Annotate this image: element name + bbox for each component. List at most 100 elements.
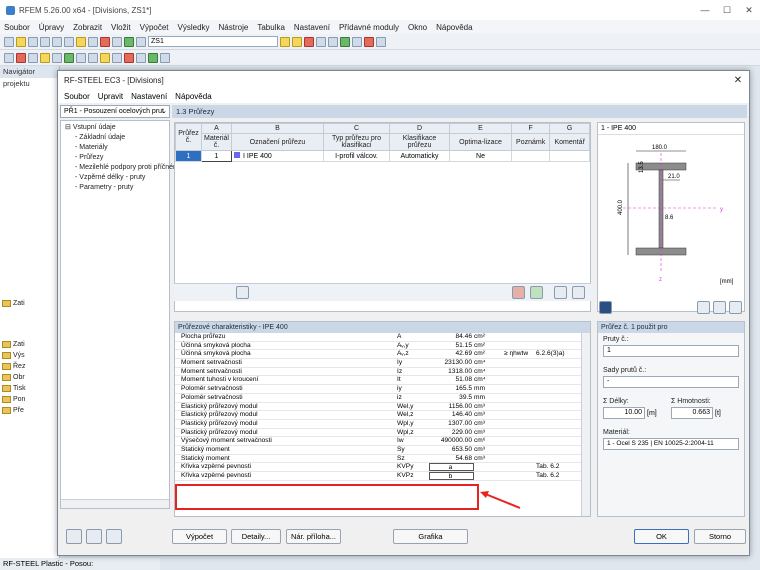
menu-pridavne-moduly[interactable]: Přídavné moduly: [339, 23, 399, 32]
save-icon[interactable]: [28, 36, 38, 47]
property-row[interactable]: Moment tuhosti v kroucení It 51.08 cm⁴: [175, 376, 590, 386]
cell-remark[interactable]: [510, 150, 551, 162]
import-icon[interactable]: [160, 52, 170, 63]
delete-icon[interactable]: [364, 36, 374, 47]
nav-item[interactable]: Pon: [0, 394, 59, 405]
table-row[interactable]: 1 1 I IPE 400 I-profil válcov. Automatic…: [175, 150, 590, 162]
open-folder-icon[interactable]: [16, 36, 26, 47]
nav-item[interactable]: Zati: [0, 298, 59, 309]
nav-item[interactable]: Výs: [0, 350, 59, 361]
nav-item[interactable]: Obr: [0, 372, 59, 383]
edit-section-button[interactable]: [554, 286, 567, 299]
zoom-preview-button[interactable]: [729, 301, 742, 314]
menu-okno[interactable]: Okno: [408, 23, 427, 32]
import-section-button[interactable]: [512, 286, 525, 299]
tree-item-materials[interactable]: - Materiály: [61, 143, 169, 153]
cell-section-no[interactable]: 1: [175, 150, 202, 162]
dimension-icon[interactable]: [100, 52, 110, 63]
info-icon[interactable]: [599, 301, 612, 314]
print-icon[interactable]: [40, 36, 50, 47]
divide-icon[interactable]: [64, 52, 74, 63]
national-annex-button[interactable]: Nár. příloha...: [286, 529, 341, 544]
surface-icon[interactable]: [112, 36, 122, 47]
next-icon[interactable]: [292, 36, 302, 47]
calculate-button[interactable]: Výpočet: [172, 529, 227, 544]
property-row[interactable]: Statický moment Sz 54.68 cm³: [175, 455, 590, 464]
grid-icon[interactable]: [76, 52, 86, 63]
nav-item[interactable]: Pře: [0, 405, 59, 416]
export-icon[interactable]: [148, 52, 158, 63]
menu-napoveda[interactable]: Nápověda: [436, 23, 472, 32]
property-row[interactable]: Křivka vzpěrné pevnosti KVPz b Tab. 6.2: [175, 472, 590, 481]
menu-vysledky[interactable]: Výsledky: [178, 23, 210, 32]
undo-icon[interactable]: [52, 36, 62, 47]
property-row[interactable]: Plastický průřezový modul Wpl,y 1307.00 cm³: [175, 420, 590, 429]
property-row[interactable]: Moment setrvačnosti Iz 1318.00 cm⁴: [175, 368, 590, 377]
filter-icon[interactable]: [340, 36, 350, 47]
nav-item[interactable]: Řez: [0, 361, 59, 372]
redo-icon[interactable]: [64, 36, 74, 47]
material-field[interactable]: 1 - Ocel S 235 | EN 10025-2:2004-11: [603, 438, 739, 450]
menu-nastaveni[interactable]: Nastavení: [294, 23, 330, 32]
settings-icon[interactable]: [376, 36, 386, 47]
property-value[interactable]: b: [429, 472, 474, 480]
menu-vypocet[interactable]: Výpočet: [140, 23, 169, 32]
menu-tabulka[interactable]: Tabulka: [257, 23, 285, 32]
new-file-icon[interactable]: [4, 36, 14, 47]
tree-item-cross-sections[interactable]: - Průřezy: [61, 153, 169, 163]
results-icon[interactable]: [136, 36, 146, 47]
sets-field[interactable]: -: [603, 376, 739, 388]
view-section-button[interactable]: [572, 286, 585, 299]
property-row[interactable]: Elastický průřezový modul Wel,y 1156.00 cm³: [175, 403, 590, 412]
display-icon[interactable]: [304, 36, 314, 47]
cell-classification[interactable]: Automaticky: [389, 150, 450, 162]
copy-icon[interactable]: [28, 52, 38, 63]
view-icon[interactable]: [328, 36, 338, 47]
render-icon[interactable]: [352, 36, 362, 47]
next-icon[interactable]: [106, 529, 122, 544]
check-icon[interactable]: [124, 52, 134, 63]
member-icon[interactable]: [100, 36, 110, 47]
cancel-button[interactable]: Storno: [694, 529, 746, 544]
dialog-menu-napoveda[interactable]: Nápověda: [175, 92, 211, 101]
property-row[interactable]: Účinná smyková plocha Aᵥ,z 42.69 cm² ≥ ηhwtw…: [175, 350, 590, 360]
cell-section-type[interactable]: I-profil válcov.: [323, 150, 390, 162]
dialog-menu-nastaveni[interactable]: Nastavení: [131, 92, 167, 101]
dialog-close-icon[interactable]: ✕: [727, 75, 749, 86]
tree-item-parameters[interactable]: - Parametry - pruty: [61, 183, 169, 193]
property-row[interactable]: Moment setrvačnosti Iy 23130.00 cm⁴: [175, 359, 590, 368]
show-axes-button[interactable]: [713, 301, 726, 314]
node-icon[interactable]: [76, 36, 86, 47]
property-row[interactable]: Plastický průřezový modul Wpl,z 229.00 cm³: [175, 429, 590, 438]
cell-optimization[interactable]: Ne: [449, 150, 512, 162]
property-row[interactable]: Plocha průřezu A 84.46 cm²: [175, 333, 590, 342]
length-field[interactable]: 10.00: [603, 407, 645, 419]
cell-designation[interactable]: I IPE 400: [231, 150, 324, 162]
section-library-button[interactable]: [236, 286, 249, 299]
tree-scrollbar[interactable]: [61, 499, 169, 508]
property-row[interactable]: Statický moment Sy 653.50 cm³: [175, 446, 590, 455]
table-icon[interactable]: [136, 52, 146, 63]
load-icon[interactable]: [124, 36, 134, 47]
navigator-footer[interactable]: RF-STEEL Plastic - Posou:: [0, 558, 160, 570]
maximize-button[interactable]: ☐: [716, 5, 738, 16]
guide-icon[interactable]: [112, 52, 122, 63]
property-value[interactable]: a: [429, 463, 474, 471]
properties-scrollbar[interactable]: [581, 333, 590, 516]
graphics-button[interactable]: Grafika: [393, 529, 468, 544]
tree-item-input-data[interactable]: ⊟ Vstupní údaje: [61, 123, 169, 133]
tree-item-lateral-supports[interactable]: - Mezilehlé podpory proti příčném: [61, 163, 179, 173]
help-icon[interactable]: [66, 529, 82, 544]
menu-soubor[interactable]: Soubor: [4, 23, 30, 32]
menu-upravy[interactable]: Úpravy: [39, 23, 64, 32]
previous-icon[interactable]: [86, 529, 102, 544]
show-dimensions-button[interactable]: [697, 301, 710, 314]
move-icon[interactable]: [16, 52, 26, 63]
load-case-combo[interactable]: ZS1: [148, 36, 278, 47]
mass-field[interactable]: 0.663: [671, 407, 713, 419]
cell-material-no[interactable]: 1: [201, 150, 232, 162]
select-icon[interactable]: [4, 52, 14, 63]
bars-field[interactable]: 1: [603, 345, 739, 357]
minimize-button[interactable]: —: [694, 5, 716, 16]
design-case-select[interactable]: PŘ1 - Posouzení ocelových prut ⌄: [60, 105, 170, 118]
